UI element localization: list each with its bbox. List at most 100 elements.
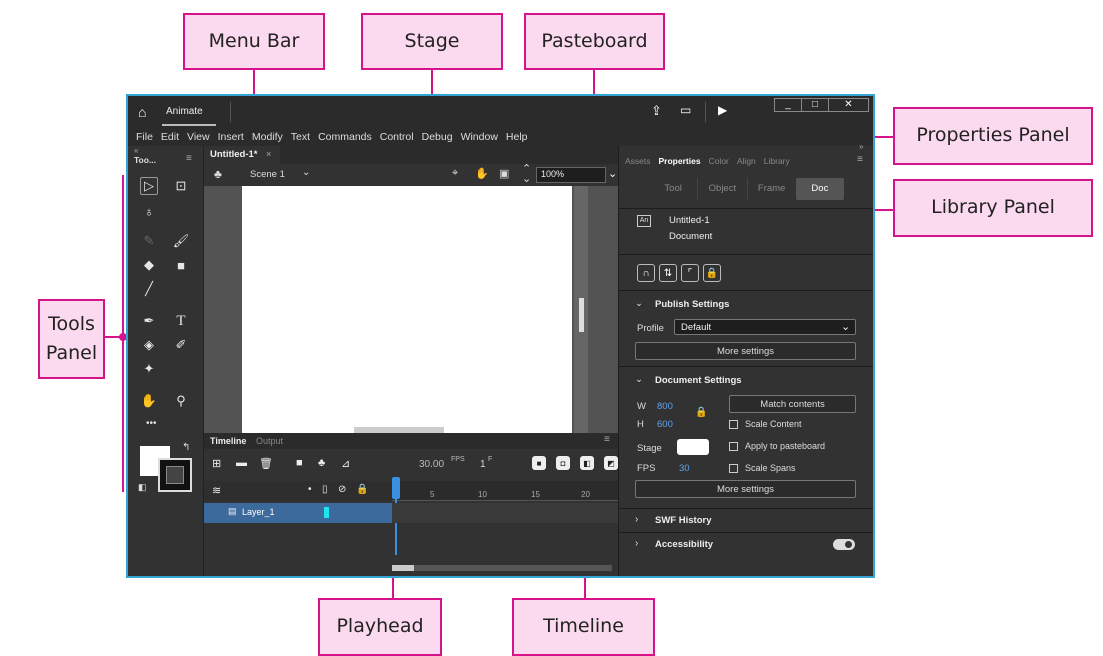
chevron-down-icon[interactable]: ⌄	[302, 167, 310, 178]
camera-icon[interactable]: ■	[296, 457, 303, 469]
stage-canvas[interactable]	[242, 186, 572, 433]
pin-tool-icon[interactable]: ✦	[140, 360, 158, 378]
hand-tool-icon[interactable]: ✋	[140, 392, 158, 410]
snap-magnet-icon[interactable]: ∩	[637, 264, 655, 282]
more-settings-button[interactable]: More settings	[635, 342, 856, 360]
profile-select[interactable]: Default ⌄	[674, 319, 856, 335]
first-frame-icon[interactable]: ■	[532, 456, 546, 470]
brush-tool-icon[interactable]: 🖌	[172, 232, 190, 250]
menu-window[interactable]: Window	[461, 131, 498, 143]
zoom-tool-icon[interactable]: ⚲	[172, 392, 190, 410]
vertical-scroll-thumb[interactable]	[579, 298, 584, 332]
snap-to-pixels-icon[interactable]: ⇅	[659, 264, 677, 282]
menu-file[interactable]: File	[136, 131, 153, 143]
lock-guides-icon[interactable]: 🔒	[703, 264, 721, 282]
chevron-right-icon[interactable]: ›	[635, 538, 638, 549]
swf-history-section[interactable]: › SWF History	[619, 508, 873, 532]
subtab-object[interactable]: Object	[698, 178, 748, 200]
layer-row[interactable]: ▤ Layer_1	[204, 503, 392, 523]
show-all-icon[interactable]: •	[308, 484, 312, 495]
frame-ruler[interactable]: 5 10 15 20	[392, 481, 618, 501]
fluid-brush-tool-icon[interactable]: ✎	[140, 232, 158, 250]
paint-bucket-tool-icon[interactable]: ◈	[140, 336, 158, 354]
timeline-scrollbar[interactable]	[392, 565, 612, 571]
fill-color-swatch[interactable]	[158, 458, 192, 492]
onion-skin-icon[interactable]: ◘	[556, 456, 570, 470]
collapse-icon[interactable]: »	[859, 142, 863, 151]
playhead-handle[interactable]	[392, 477, 400, 499]
close-window-icon[interactable]: ✕	[828, 99, 868, 111]
layer-frames[interactable]	[392, 503, 618, 523]
menu-control[interactable]: Control	[380, 131, 414, 143]
collapse-icon[interactable]: «	[134, 146, 138, 155]
chevron-down-icon[interactable]: ⌄	[635, 374, 643, 385]
document-settings-header[interactable]: Document Settings	[655, 375, 742, 386]
tab-properties[interactable]: Properties	[659, 156, 701, 170]
share-icon[interactable]: ⇪	[651, 103, 662, 119]
menu-text[interactable]: Text	[291, 131, 310, 143]
default-colors-icon[interactable]: ◧	[138, 482, 147, 493]
panel-menu-icon[interactable]: ≡	[604, 434, 610, 445]
zoom-select[interactable]: 100%	[536, 167, 606, 183]
link-dimensions-icon[interactable]: 🔒	[695, 407, 707, 418]
minimize-icon[interactable]: _	[775, 99, 801, 111]
panel-layout-icon[interactable]: ▭	[680, 103, 691, 117]
menu-debug[interactable]: Debug	[422, 131, 453, 143]
maximize-icon[interactable]: □	[801, 99, 828, 111]
lock-icon[interactable]: 🔒	[356, 484, 368, 495]
close-tab-icon[interactable]: ×	[266, 149, 271, 159]
swf-history-header[interactable]: SWF History	[655, 515, 711, 526]
home-icon[interactable]: ⌂	[138, 104, 146, 120]
menu-commands[interactable]: Commands	[318, 131, 372, 143]
hide-icon[interactable]: ⊘	[338, 484, 346, 495]
center-stage-icon[interactable]: ⌖	[452, 167, 458, 180]
snap-to-edges-icon[interactable]: ⌜	[681, 264, 699, 282]
tab-align[interactable]: Align	[737, 156, 756, 170]
tab-library[interactable]: Library	[764, 156, 790, 170]
current-frame-value[interactable]: 1	[480, 459, 486, 470]
menu-modify[interactable]: Modify	[252, 131, 283, 143]
eyedropper-tool-icon[interactable]: ✐	[172, 336, 190, 354]
accessibility-toggle[interactable]	[833, 539, 855, 550]
app-tab[interactable]: Animate	[166, 106, 203, 117]
subtab-doc[interactable]: Doc	[795, 178, 844, 200]
menu-view[interactable]: View	[187, 131, 210, 143]
rectangle-tool-icon[interactable]: ■	[172, 256, 190, 274]
selection-tool-icon[interactable]: ▷	[140, 177, 158, 195]
apply-to-pasteboard-checkbox[interactable]	[729, 442, 738, 451]
text-tool-icon[interactable]: T	[172, 312, 190, 330]
scale-content-checkbox[interactable]	[729, 420, 738, 429]
document-tab[interactable]: Untitled-1* ×	[204, 146, 280, 164]
loop-icon[interactable]: ◩	[604, 456, 618, 470]
menu-insert[interactable]: Insert	[218, 131, 244, 143]
layer-parenting-icon[interactable]: ♣	[318, 457, 325, 469]
panel-menu-icon[interactable]: ≡	[186, 153, 192, 164]
tab-color[interactable]: Color	[709, 156, 729, 170]
menu-edit[interactable]: Edit	[161, 131, 179, 143]
tab-assets[interactable]: Assets	[625, 156, 651, 170]
delete-icon[interactable]: 🗑	[259, 457, 273, 470]
new-layer-icon[interactable]: ⊞	[212, 457, 221, 470]
edit-multiple-frames-icon[interactable]: ◧	[580, 456, 594, 470]
scene-name[interactable]: Scene 1	[250, 169, 285, 180]
layer-depth-icon[interactable]: ⊿	[341, 457, 350, 470]
accessibility-section[interactable]: › Accessibility	[619, 532, 873, 556]
height-value[interactable]: 600	[657, 419, 673, 430]
line-tool-icon[interactable]: ╱	[140, 280, 158, 298]
tab-timeline[interactable]: Timeline	[210, 436, 246, 446]
zoom-dropdown-icon[interactable]: ⌄	[608, 167, 617, 180]
rotate-hand-icon[interactable]: ✋	[475, 167, 489, 180]
test-movie-play-icon[interactable]: ▶	[718, 103, 727, 117]
stage-color-swatch[interactable]	[677, 439, 709, 455]
subtab-frame[interactable]: Frame	[748, 178, 796, 200]
pen-tool-icon[interactable]: ✒	[140, 312, 158, 330]
more-settings-button[interactable]: More settings	[635, 480, 856, 498]
chevron-right-icon[interactable]: ›	[635, 514, 638, 525]
match-contents-button[interactable]: Match contents	[729, 395, 856, 413]
chevron-down-icon[interactable]: ⌄	[635, 298, 643, 309]
width-value[interactable]: 800	[657, 401, 673, 412]
menu-help[interactable]: Help	[506, 131, 528, 143]
new-folder-icon[interactable]: ▬	[236, 457, 247, 469]
fps-value[interactable]: 30.00	[419, 459, 444, 470]
layer-color-swatch[interactable]	[324, 507, 329, 518]
